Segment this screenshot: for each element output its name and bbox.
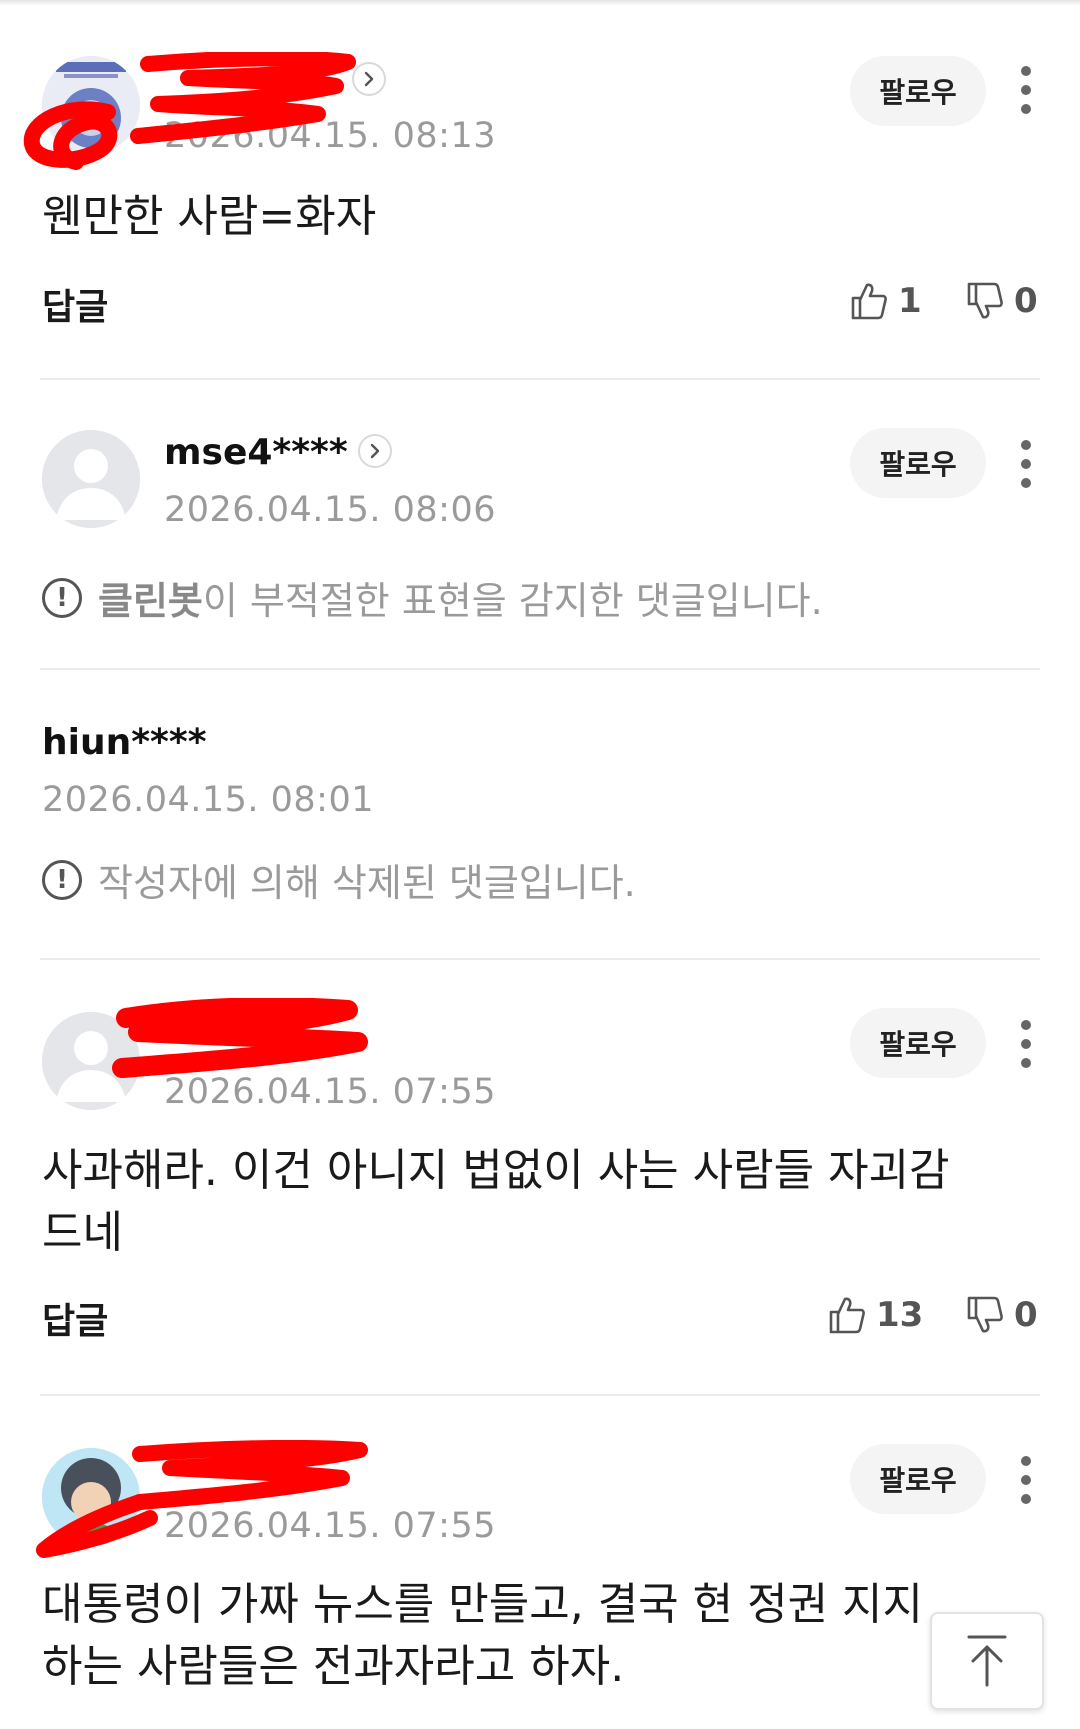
comment-body: 웬만한 사람=화자 xyxy=(42,191,377,242)
follow-button[interactable]: 팔로우 xyxy=(850,1008,986,1078)
default-avatar-icon[interactable] xyxy=(42,1012,140,1110)
reply-button[interactable]: 답글 xyxy=(42,278,108,330)
comment-divider xyxy=(40,378,1040,380)
avatar[interactable] xyxy=(42,1448,140,1546)
dislike-button[interactable]: 0 xyxy=(966,1290,1038,1340)
dislike-count: 0 xyxy=(1014,1295,1038,1335)
follow-button[interactable]: 팔로우 xyxy=(850,56,986,126)
like-count: 1 xyxy=(898,281,922,321)
dislike-button[interactable]: 0 xyxy=(966,276,1038,326)
vertical-ellipsis-icon[interactable] xyxy=(1008,436,1044,492)
thumbs-up-icon xyxy=(851,283,887,320)
reply-button[interactable]: 답글 xyxy=(42,1292,108,1344)
arrow-up-icon xyxy=(967,1635,1007,1687)
chevron-right-icon[interactable] xyxy=(358,434,392,468)
avatar[interactable] xyxy=(42,56,140,154)
cleanbot-notice: ! 클린봇이 부적절한 표현을 감지한 댓글입니다. xyxy=(42,570,823,625)
thumbs-down-icon xyxy=(967,1296,1003,1333)
follow-button[interactable]: 팔로우 xyxy=(850,428,986,498)
comment-username[interactable]: hiun**** xyxy=(42,722,207,763)
default-avatar-icon[interactable] xyxy=(42,430,140,528)
cleanbot-label: 클린봇 xyxy=(98,579,203,623)
follow-button[interactable]: 팔로우 xyxy=(850,1444,986,1514)
comment-timestamp: 2026.04.15. 08:13 xyxy=(164,116,497,156)
thumbs-up-icon xyxy=(829,1297,865,1334)
thumbs-down-icon xyxy=(967,282,1003,319)
comment-divider xyxy=(40,958,1040,960)
chevron-right-icon[interactable] xyxy=(352,62,386,96)
top-edge-shadow xyxy=(0,0,1080,6)
comment-timestamp: 2026.04.15. 08:06 xyxy=(164,490,497,530)
comment-body: 사과해라. 이건 아니지 법없이 사는 사람들 자괴감드네 xyxy=(42,1145,950,1258)
deleted-notice: ! 작성자에 의해 삭제된 댓글입니다. xyxy=(42,852,636,907)
exclamation-circle-icon: ! xyxy=(42,859,82,900)
dislike-count: 0 xyxy=(1014,281,1038,321)
scroll-to-top-button[interactable] xyxy=(930,1612,1044,1710)
exclamation-circle-icon: ! xyxy=(42,577,82,618)
vertical-ellipsis-icon[interactable] xyxy=(1008,1016,1044,1072)
comment-divider xyxy=(40,668,1040,670)
vertical-ellipsis-icon[interactable] xyxy=(1008,62,1044,118)
deleted-notice-text: 작성자에 의해 삭제된 댓글입니다. xyxy=(98,861,636,905)
comment-timestamp: 2026.04.15. 08:01 xyxy=(42,780,375,820)
like-button[interactable]: 13 xyxy=(828,1290,923,1340)
cleanbot-notice-text: 이 부적절한 표현을 감지한 댓글입니다. xyxy=(202,579,823,623)
comment-body: 대통령이 가짜 뉴스를 만들고, 결국 현 정권 지지하는 사람들은 전과자라고… xyxy=(42,1579,924,1692)
vertical-ellipsis-icon[interactable] xyxy=(1008,1452,1044,1508)
comment-divider xyxy=(40,1394,1040,1396)
like-button[interactable]: 1 xyxy=(850,276,922,326)
comment-timestamp: 2026.04.15. 07:55 xyxy=(164,1506,497,1546)
like-count: 13 xyxy=(876,1295,924,1335)
comment-timestamp: 2026.04.15. 07:55 xyxy=(164,1072,497,1112)
comment-username[interactable]: mse4**** xyxy=(164,432,348,473)
